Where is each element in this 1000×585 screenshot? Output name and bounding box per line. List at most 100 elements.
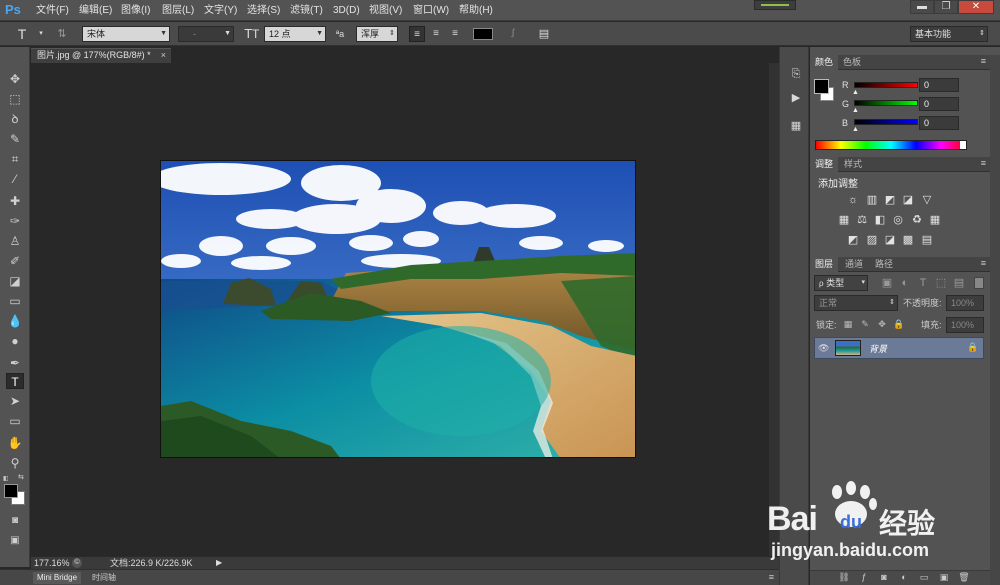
gradient-map-icon[interactable]: ▤	[920, 234, 934, 246]
selective-color-icon[interactable]: ▩	[901, 234, 915, 246]
orientation-toggle-icon[interactable]: ⇅	[54, 26, 70, 42]
swap-colors-icon[interactable]: ⇆	[18, 473, 26, 481]
brush-tool-icon[interactable]: ✑	[6, 213, 24, 229]
channel-g-value[interactable]: 0	[919, 97, 959, 111]
channel-g-slider[interactable]	[854, 100, 918, 106]
invert-icon[interactable]: ◩	[846, 234, 860, 246]
canvas-area[interactable]	[31, 63, 779, 556]
screen-mode-icon[interactable]: ▣	[6, 533, 24, 549]
chevron-down-icon[interactable]: ▾	[33, 26, 49, 42]
maximize-button[interactable]: ❐	[934, 0, 958, 14]
photo-filter-icon[interactable]: ◎	[891, 214, 905, 226]
align-center-icon[interactable]: ≡	[428, 26, 444, 42]
panel-menu-icon[interactable]: ≡	[981, 158, 986, 168]
color-spectrum-bar[interactable]	[815, 140, 967, 150]
tab-styles[interactable]: 样式	[839, 157, 867, 172]
filter-toggle[interactable]	[974, 277, 984, 289]
default-colors-icon[interactable]: ◧	[3, 475, 11, 482]
zoom-tool-icon[interactable]: ⚲	[6, 455, 24, 471]
eye-visibility-icon[interactable]: 👁	[818, 343, 829, 354]
slider-thumb-icon[interactable]: ▲	[852, 89, 859, 96]
eraser-tool-icon[interactable]: ◪	[6, 273, 24, 289]
channel-mixer-icon[interactable]: ♻	[910, 214, 924, 226]
brightness-contrast-icon[interactable]: ☼	[846, 194, 860, 206]
document-tab[interactable]: 图片.jpg @ 177%(RGB/8#) * ×	[31, 48, 171, 63]
filter-pixel-icon[interactable]: ▣	[880, 277, 894, 289]
fill-field[interactable]: 100%	[946, 317, 984, 333]
clone-stamp-tool-icon[interactable]: ♙	[6, 233, 24, 249]
channel-b-value[interactable]: 0	[919, 116, 959, 130]
layer-row[interactable]: 👁 背景 🔒	[814, 337, 984, 359]
blend-mode-select[interactable]: 正常 ⇕	[814, 295, 898, 311]
gradient-tool-icon[interactable]: ▭	[6, 293, 24, 309]
menu-layer[interactable]: 图层(L)	[162, 3, 194, 18]
color-foreground-swatch[interactable]	[814, 79, 829, 94]
font-style-select[interactable]: - ▼	[178, 26, 234, 42]
actions-play-icon[interactable]: ▶	[788, 91, 804, 105]
crop-tool-icon[interactable]: ⌗	[6, 151, 24, 167]
lock-image-icon[interactable]: ✎	[858, 318, 872, 330]
layer-name[interactable]: 背景	[869, 342, 887, 355]
channel-b-slider[interactable]	[854, 119, 918, 125]
menu-window[interactable]: 窗口(W)	[413, 3, 449, 18]
hand-tool-icon[interactable]: ✋	[6, 435, 24, 451]
font-family-select[interactable]: 宋体 ▼	[82, 26, 170, 42]
threshold-icon[interactable]: ◪	[883, 234, 897, 246]
quick-selection-tool-icon[interactable]: ✎	[6, 131, 24, 147]
lock-position-icon[interactable]: ✥	[875, 318, 889, 330]
layer-filter-select[interactable]: ρ 类型 ▾	[814, 275, 868, 291]
menu-file[interactable]: 文件(F)	[36, 3, 69, 18]
slider-thumb-icon[interactable]: ▲	[852, 126, 859, 133]
channel-r-slider[interactable]	[854, 82, 918, 88]
rectangle-tool-icon[interactable]: ▭	[6, 413, 24, 429]
lasso-tool-icon[interactable]: ꝺ	[6, 111, 24, 127]
posterize-icon[interactable]: ▨	[865, 234, 879, 246]
tab-mini-bridge[interactable]: Mini Bridge	[33, 572, 82, 584]
close-icon[interactable]: ×	[161, 49, 166, 62]
minimize-button[interactable]: ▬	[910, 0, 934, 14]
tab-channels[interactable]: 通道	[840, 257, 868, 272]
dodge-tool-icon[interactable]: ●	[6, 333, 24, 349]
blur-tool-icon[interactable]: 💧	[6, 313, 24, 329]
quick-mask-icon[interactable]: ◙	[6, 513, 24, 529]
filter-adjustment-icon[interactable]: ◐	[898, 277, 912, 289]
panel-menu-icon[interactable]: ≡	[981, 56, 986, 66]
black-white-icon[interactable]: ◧	[873, 214, 887, 226]
menu-help[interactable]: 帮助(H)	[459, 3, 493, 18]
tab-color[interactable]: 颜色	[810, 55, 839, 70]
curves-icon[interactable]: ◩	[883, 194, 897, 206]
menu-image[interactable]: 图像(I)	[121, 3, 150, 18]
vibrance-icon[interactable]: ▽	[920, 194, 934, 206]
align-right-icon[interactable]: ≡	[447, 26, 463, 42]
healing-brush-tool-icon[interactable]: ✚	[6, 193, 24, 209]
type-tool-icon[interactable]: T	[6, 373, 24, 389]
properties-icon[interactable]: ▦	[788, 119, 804, 133]
close-button[interactable]: ✕	[958, 0, 994, 14]
filter-type-icon[interactable]: T	[916, 277, 930, 289]
color-balance-icon[interactable]: ⚖	[855, 214, 869, 226]
menu-edit[interactable]: 编辑(E)	[79, 3, 112, 18]
menu-3d[interactable]: 3D(D)	[333, 3, 360, 18]
anti-alias-select[interactable]: 浑厚 ⇕	[356, 26, 398, 42]
lock-all-icon[interactable]: 🔒	[892, 318, 906, 330]
character-panel-icon[interactable]: ▤	[536, 26, 552, 42]
menu-type[interactable]: 文字(Y)	[204, 3, 237, 18]
menu-filter[interactable]: 滤镜(T)	[290, 3, 323, 18]
move-tool-icon[interactable]: ✥	[6, 71, 24, 87]
panel-scrollbar[interactable]	[990, 55, 1000, 585]
trash-icon[interactable]: 🗑	[958, 571, 970, 583]
align-left-icon[interactable]: ≡	[409, 26, 425, 42]
color-lookup-icon[interactable]: ▦	[928, 214, 942, 226]
marquee-tool-icon[interactable]: ⬚	[6, 91, 24, 107]
menu-view[interactable]: 视图(V)	[369, 3, 402, 18]
eyedropper-tool-icon[interactable]: ⁄	[6, 171, 24, 187]
tab-paths[interactable]: 路径	[870, 257, 898, 272]
menu-select[interactable]: 选择(S)	[247, 3, 280, 18]
pen-tool-icon[interactable]: ✒	[6, 355, 24, 371]
font-size-select[interactable]: 12 点 ▼	[264, 26, 326, 42]
exposure-icon[interactable]: ◪	[901, 194, 915, 206]
hue-saturation-icon[interactable]: ▦	[837, 214, 851, 226]
lock-transparent-icon[interactable]: ▦	[841, 318, 855, 330]
opacity-field[interactable]: 100%	[946, 295, 984, 311]
zoom-level[interactable]: 177.16%	[34, 557, 70, 569]
